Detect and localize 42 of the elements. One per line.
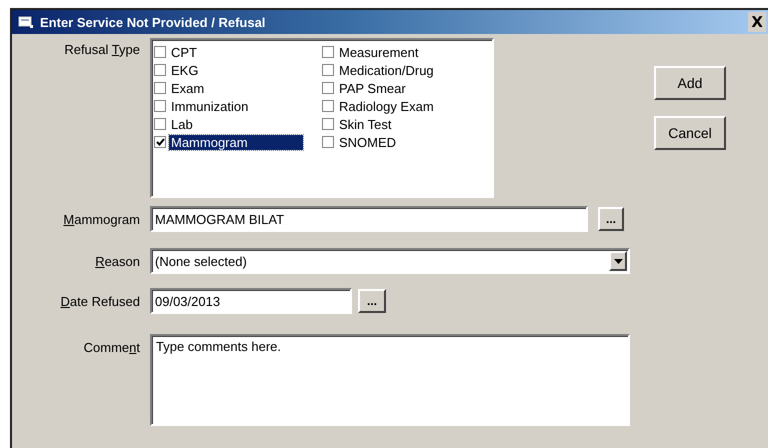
list-item[interactable]: PAP Smear: [337, 80, 408, 96]
date-picker-button[interactable]: ...: [358, 289, 386, 313]
add-button[interactable]: Add: [654, 66, 726, 100]
close-button[interactable]: X: [748, 12, 766, 32]
list-item[interactable]: Exam: [169, 80, 206, 96]
list-item[interactable]: CPT: [169, 44, 199, 60]
list-item[interactable]: Radiology Exam: [337, 98, 436, 114]
list-item[interactable]: Lab: [169, 116, 195, 132]
date-field[interactable]: 09/03/2013: [150, 288, 352, 314]
checkbox[interactable]: [322, 100, 334, 112]
checkbox[interactable]: [154, 136, 166, 148]
field-label: Comment: [84, 339, 140, 355]
checkbox[interactable]: [154, 82, 166, 94]
checkbox[interactable]: [322, 46, 334, 58]
list-item[interactable]: Mammogram: [169, 134, 303, 150]
list-item[interactable]: Immunization: [169, 98, 250, 114]
dropdown-field[interactable]: (None selected): [150, 248, 630, 274]
checkbox[interactable]: [154, 46, 166, 58]
comment-box[interactable]: Type comments here.: [150, 334, 630, 426]
checkbox[interactable]: [322, 64, 334, 76]
list-item[interactable]: Skin Test: [337, 116, 394, 132]
list-item[interactable]: Medication/Drug: [337, 62, 436, 78]
cancel-button[interactable]: Cancel: [654, 116, 726, 150]
input-field[interactable]: MAMMOGRAM BILAT: [150, 206, 588, 232]
refusal-type-list[interactable]: CPT EKG Exam Immunization Lab Mammogram Measurement Medication/Drug PAP Smear Radiology Exam Skin Test SNOMED: [150, 38, 494, 198]
checkbox[interactable]: [154, 64, 166, 76]
checkbox[interactable]: [322, 118, 334, 130]
caret-icon: [614, 258, 622, 264]
list-item[interactable]: Measurement: [337, 44, 420, 60]
list-item[interactable]: SNOMED: [337, 134, 398, 150]
field-label: Reason: [95, 254, 140, 268]
window-icon: [18, 15, 34, 29]
checkbox[interactable]: [154, 100, 166, 112]
window-title: Enter Service Not Provided / Refusal: [40, 14, 266, 30]
checkbox[interactable]: [154, 118, 166, 130]
browse-button[interactable]: ...: [598, 207, 624, 231]
field-label: Date Refused: [60, 294, 140, 308]
field-label: Mammogram: [63, 212, 140, 226]
field-label: Refusal Type: [64, 41, 140, 57]
checkbox[interactable]: [322, 82, 334, 94]
list-item[interactable]: EKG: [169, 62, 200, 78]
checkbox[interactable]: [322, 136, 334, 148]
